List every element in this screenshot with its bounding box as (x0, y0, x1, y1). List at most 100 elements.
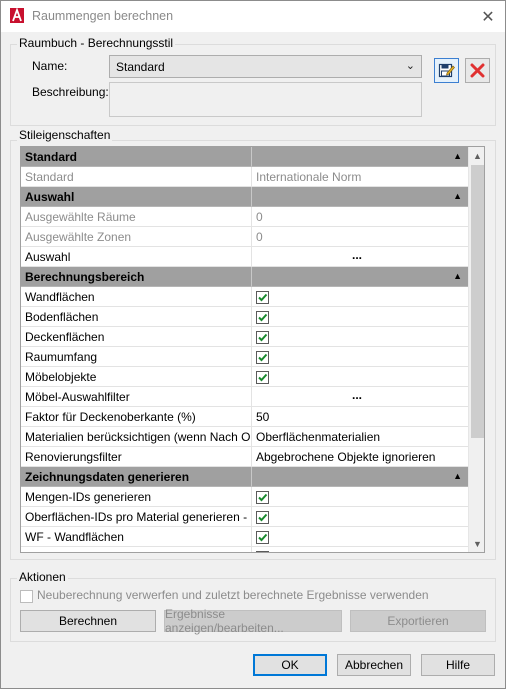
ellipsis-button[interactable]: ... (352, 388, 362, 402)
property-row[interactable]: Ausgewählte Räume 0 (21, 207, 468, 227)
scrollbar-thumb[interactable] (471, 165, 484, 438)
beschreibung-label: Beschreibung: (32, 85, 109, 99)
hilfe-button[interactable]: Hilfe (421, 654, 495, 676)
checkmark-icon (258, 333, 268, 342)
property-checkbox[interactable] (256, 511, 269, 524)
property-checkbox-cell[interactable] (252, 507, 468, 527)
exportieren-button[interactable]: Exportieren (350, 610, 486, 632)
property-checkbox-cell[interactable] (252, 367, 468, 387)
property-row[interactable]: Ausgewählte Zonen 0 (21, 227, 468, 247)
property-label: Mengen-IDs generieren (21, 487, 252, 507)
category-header-cell: ▲ (252, 467, 468, 487)
berechnen-button[interactable]: Berechnen (20, 610, 156, 632)
property-label: Oberflächen-IDs pro Material generieren … (21, 507, 252, 527)
property-row[interactable]: Raumumfang (21, 347, 468, 367)
checkmark-icon (258, 493, 268, 502)
property-checkbox-cell[interactable] (252, 487, 468, 507)
property-value[interactable]: 50 (252, 407, 468, 427)
collapse-arrow-icon[interactable]: ▲ (453, 271, 462, 281)
property-row[interactable]: Möbel-Auswahlfilter... (21, 387, 468, 407)
property-row[interactable]: Renovierungsfilter Abgebrochene Objekte i… (21, 447, 468, 467)
property-value[interactable]: Internationale Norm (252, 167, 468, 187)
property-checkbox[interactable] (256, 491, 269, 504)
property-checkbox[interactable] (256, 311, 269, 324)
aktionen-group-label: Aktionen (17, 570, 68, 584)
property-label: Ausgewählte Zonen (21, 227, 252, 247)
category-row[interactable]: Standard ▲ (21, 147, 468, 167)
property-checkbox-cell[interactable] (252, 347, 468, 367)
beschreibung-field[interactable] (109, 82, 422, 117)
discard-recalc-checkbox[interactable] (20, 589, 33, 603)
ergebnisse-button[interactable]: Ergebnisse anzeigen/bearbeiten... (164, 607, 342, 635)
close-icon[interactable]: ✕ (473, 1, 503, 32)
property-checkbox[interactable] (256, 531, 269, 544)
style-name-value: Standard (116, 60, 165, 74)
category-label: Zeichnungsdaten generieren (21, 467, 252, 487)
collapse-arrow-icon[interactable]: ▲ (453, 471, 462, 481)
property-value[interactable]: 0 (252, 207, 468, 227)
dialog-window: Raummengen berechnen ✕ Raumbuch - Berech… (0, 0, 506, 689)
style-name-dropdown[interactable]: Standard ⌄ (109, 55, 422, 78)
property-value[interactable]: Oberflächenmaterialien (252, 427, 468, 447)
collapse-arrow-icon[interactable]: ▲ (453, 191, 462, 201)
checkmark-icon (258, 513, 268, 522)
collapse-arrow-icon[interactable]: ▲ (453, 151, 462, 161)
property-checkbox-cell[interactable] (252, 327, 468, 347)
property-row[interactable]: Standard Internationale Norm (21, 167, 468, 187)
category-label: Berechnungsbereich (21, 267, 252, 287)
property-checkbox-cell[interactable] (252, 527, 468, 547)
property-row[interactable]: Möbelobjekte (21, 367, 468, 387)
ok-button[interactable]: OK (253, 654, 327, 676)
scroll-up-icon[interactable]: ▲ (469, 147, 484, 164)
property-ellipsis-cell[interactable]: ... (252, 247, 468, 267)
edit-style-icon (438, 63, 455, 78)
property-label: Möbelobjekte (21, 367, 252, 387)
property-grid-scrollbar[interactable]: ▲ ▼ (468, 147, 484, 552)
property-label: Bodenflächen (21, 307, 252, 327)
property-grid[interactable]: Standard ▲ Standard Internationale Norm Ausw… (20, 146, 485, 553)
property-label: Materialien berücksichtigen (wenn Nach O (21, 427, 252, 447)
scroll-down-icon[interactable]: ▼ (469, 535, 484, 552)
property-row[interactable]: Auswahl... (21, 247, 468, 267)
category-row[interactable]: Berechnungsbereich ▲ (21, 267, 468, 287)
delete-x-icon (470, 63, 485, 78)
property-row[interactable]: Oberflächen-IDs pro Material generieren … (21, 507, 468, 527)
property-row[interactable]: BF - Bodenflächen (21, 547, 468, 552)
property-row[interactable]: Wandflächen (21, 287, 468, 307)
property-row[interactable]: Bodenflächen (21, 307, 468, 327)
property-label: Raumumfang (21, 347, 252, 367)
property-row[interactable]: Mengen-IDs generieren (21, 487, 468, 507)
edit-style-button[interactable] (434, 58, 459, 83)
property-label: Auswahl (21, 247, 252, 267)
stil-group-label: Stileigenschaften (17, 128, 113, 142)
property-row[interactable]: Deckenflächen (21, 327, 468, 347)
property-ellipsis-cell[interactable]: ... (252, 387, 468, 407)
property-label: Faktor für Deckenoberkante (%) (21, 407, 252, 427)
delete-style-button[interactable] (465, 58, 490, 83)
property-row[interactable]: WF - Wandflächen (21, 527, 468, 547)
property-checkbox-cell[interactable] (252, 547, 468, 552)
discard-recalc-checkbox-row[interactable]: Neuberechnung verwerfen und zuletzt bere… (20, 588, 429, 603)
property-checkbox[interactable] (256, 371, 269, 384)
category-row[interactable]: Zeichnungsdaten generieren ▲ (21, 467, 468, 487)
autocad-a-icon (10, 8, 24, 23)
property-checkbox[interactable] (256, 551, 269, 552)
checkmark-icon (258, 293, 268, 302)
property-value[interactable]: 0 (252, 227, 468, 247)
checkmark-icon (258, 313, 268, 322)
property-label: Wandflächen (21, 287, 252, 307)
property-row[interactable]: Materialien berücksichtigen (wenn Nach O… (21, 427, 468, 447)
category-row[interactable]: Auswahl ▲ (21, 187, 468, 207)
property-row[interactable]: Faktor für Deckenoberkante (%) 50 (21, 407, 468, 427)
abbrechen-button[interactable]: Abbrechen (337, 654, 411, 676)
property-label: Renovierungsfilter (21, 447, 252, 467)
property-checkbox[interactable] (256, 331, 269, 344)
property-value[interactable]: Abgebrochene Objekte ignorieren (252, 447, 468, 467)
title-bar: Raummengen berechnen ✕ (1, 1, 505, 32)
property-checkbox[interactable] (256, 351, 269, 364)
ellipsis-button[interactable]: ... (352, 248, 362, 262)
property-checkbox-cell[interactable] (252, 307, 468, 327)
property-checkbox-cell[interactable] (252, 287, 468, 307)
property-checkbox[interactable] (256, 291, 269, 304)
chevron-down-icon: ⌄ (405, 60, 415, 72)
